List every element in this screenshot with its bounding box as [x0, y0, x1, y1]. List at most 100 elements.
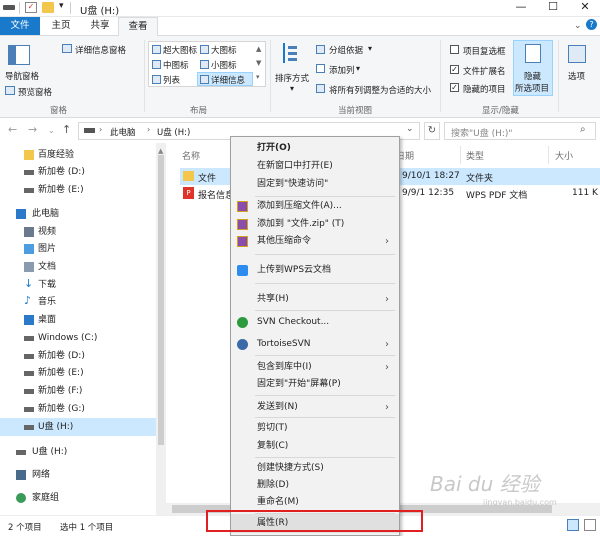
nav-item-homegroup[interactable]: 家庭组 — [0, 489, 156, 507]
nav-item-g[interactable]: 新加卷 (G:) — [0, 400, 156, 418]
nav-item-videos[interactable]: 视频 — [0, 223, 156, 241]
drive-icon — [24, 336, 34, 341]
menu-item-pin-start[interactable]: 固定到"开始"屏幕(P) — [231, 375, 399, 394]
chevron-up-icon[interactable]: ▲ — [158, 147, 163, 155]
help-icon[interactable]: ? — [586, 19, 597, 30]
preview-pane-button[interactable]: 预览窗格 — [18, 86, 52, 98]
chevron-down-icon[interactable]: ⌄ — [48, 126, 55, 135]
size-columns-button[interactable]: 将所有列调整为合适的大小 — [329, 84, 431, 96]
maximize-button[interactable]: ☐ — [540, 0, 566, 16]
details-icon — [200, 75, 209, 84]
nav-label: 网络 — [32, 470, 51, 480]
group-label-show-hide: 显示/隐藏 — [482, 106, 519, 116]
minimize-button[interactable]: — — [508, 0, 534, 16]
nav-item-pictures[interactable]: 图片 — [0, 240, 156, 258]
nav-item-usb-selected[interactable]: U盘 (H:) — [0, 418, 156, 436]
nav-item-this-pc[interactable]: 此电脑 — [0, 205, 156, 223]
forward-arrow-icon[interactable]: → — [28, 123, 37, 136]
column-header-size[interactable]: 大小 — [555, 149, 573, 162]
tab-share[interactable]: 共享 — [82, 17, 118, 36]
layout-details[interactable]: 详细信息 — [211, 74, 245, 86]
music-icon: ♪ — [24, 294, 32, 307]
options-button[interactable]: 选项 — [568, 70, 585, 82]
nav-item-usb[interactable]: U盘 (H:) — [0, 443, 156, 461]
menu-item-pin-quick-access[interactable]: 固定到"快速访问" — [231, 175, 399, 194]
layout-extra-large[interactable]: 超大图标 — [163, 44, 197, 56]
file-extensions-checkbox[interactable]: ✓ — [450, 65, 459, 74]
chevron-right-icon: › — [385, 294, 389, 305]
column-header-name[interactable]: 名称 — [182, 149, 200, 162]
menu-item-open-new-window[interactable]: 在新窗口中打开(E) — [231, 157, 399, 176]
breadcrumb-current[interactable]: U盘 (H:) — [157, 126, 190, 138]
sort-by-button[interactable]: 排序方式 — [275, 72, 309, 84]
nav-item-network[interactable]: 网络 — [0, 466, 156, 484]
chevron-down-icon[interactable]: ⌄ — [406, 124, 414, 134]
menu-item-cut[interactable]: 剪切(T) — [231, 419, 399, 438]
menu-item-copy[interactable]: 复制(C) — [231, 437, 399, 456]
search-icon[interactable]: ⌕ — [580, 124, 586, 135]
scroll-thumb[interactable] — [158, 155, 164, 445]
nav-item-documents[interactable]: 文档 — [0, 258, 156, 276]
menu-item-share[interactable]: 共享(H) › — [231, 290, 399, 309]
chevron-down-icon[interactable]: ▾ — [59, 1, 64, 11]
back-arrow-icon[interactable]: ← — [8, 123, 17, 136]
file-extensions-label: 文件扩展名 — [463, 67, 506, 77]
details-view-icon[interactable] — [567, 519, 579, 531]
refresh-icon[interactable]: ↻ — [424, 122, 440, 140]
menu-item-other-compress[interactable]: 其他压缩命令 › — [231, 232, 399, 251]
menu-item-upload-wps[interactable]: 上传到WPS云文档 — [231, 261, 399, 280]
nav-item-e[interactable]: 新加卷 (E:) — [0, 181, 156, 199]
hide-selected-icon — [525, 44, 541, 63]
column-header-type[interactable]: 类型 — [466, 149, 484, 162]
menu-item-svn-checkout[interactable]: SVN Checkout... — [231, 313, 399, 332]
tab-view[interactable]: 查看 — [118, 17, 158, 36]
menu-item-open[interactable]: 打开(O) — [231, 139, 399, 158]
nav-item-desktop[interactable]: 桌面 — [0, 311, 156, 329]
layout-list[interactable]: 列表 — [163, 74, 180, 86]
preview-pane-icon — [5, 86, 15, 95]
drive-icon — [24, 371, 34, 376]
nav-label: 新加卷 (D:) — [38, 351, 85, 361]
large-icons-view-icon[interactable] — [584, 519, 596, 531]
tab-home[interactable]: 主页 — [40, 17, 82, 36]
file-size: 111 K — [572, 188, 598, 198]
nav-pane-button[interactable]: 导航窗格 — [5, 70, 39, 82]
nav-label: U盘 (H:) — [38, 422, 74, 432]
layout-medium[interactable]: 中图标 — [163, 59, 189, 71]
nav-item-c[interactable]: Windows (C:) — [0, 329, 156, 347]
details-pane-button[interactable]: 详细信息窗格 — [75, 44, 126, 56]
nav-item-music[interactable]: ♪ 音乐 — [0, 293, 156, 311]
hidden-items-checkbox[interactable]: ✓ — [450, 83, 459, 92]
add-columns-button[interactable]: 添加列 — [329, 64, 355, 76]
up-arrow-icon[interactable]: ↑ — [62, 123, 71, 136]
menu-item-send-to[interactable]: 发送到(N) › — [231, 398, 399, 417]
menu-item-add-archive[interactable]: 添加到压缩文件(A)... — [231, 197, 399, 216]
nav-scrollbar[interactable]: ▲ — [156, 143, 166, 515]
nav-item-downloads[interactable]: ↓ 下载 — [0, 276, 156, 294]
group-by-button[interactable]: 分组依据 — [329, 44, 363, 56]
tab-file[interactable]: 文件 — [0, 17, 40, 36]
nav-item-d[interactable]: 新加卷 (D:) — [0, 163, 156, 181]
watermark-url: jingyan.baidu.com — [483, 498, 557, 507]
breadcrumb-this-pc[interactable]: 此电脑 — [110, 126, 136, 138]
new-folder-quick-icon[interactable] — [42, 2, 54, 13]
group-by-icon — [316, 45, 325, 54]
item-checkboxes-checkbox[interactable] — [450, 45, 459, 54]
layout-large[interactable]: 大图标 — [211, 44, 237, 56]
drive-icon — [24, 170, 34, 175]
nav-item-e2[interactable]: 新加卷 (E:) — [0, 364, 156, 382]
gallery-scroll-arrows[interactable]: ▲ ▼ ▾ — [256, 42, 261, 84]
menu-label: SVN Checkout... — [257, 317, 330, 327]
chevron-right-icon: › — [385, 236, 389, 247]
search-input[interactable]: 搜索"U盘 (H:)" — [444, 122, 596, 140]
drive-icon — [84, 128, 95, 133]
properties-quick-icon[interactable]: ✓ — [25, 2, 37, 13]
menu-label: 复制(C) — [257, 441, 289, 451]
nav-item-d2[interactable]: 新加卷 (D:) — [0, 347, 156, 365]
nav-item-baidu[interactable]: 百度经验 — [0, 146, 156, 164]
close-button[interactable]: ✕ — [572, 0, 598, 16]
chevron-down-icon[interactable]: ⌄ — [574, 21, 582, 31]
nav-item-f[interactable]: 新加卷 (F:) — [0, 382, 156, 400]
menu-item-tortoisesvn[interactable]: TortoiseSVN › — [231, 335, 399, 354]
layout-small[interactable]: 小图标 — [211, 59, 237, 71]
